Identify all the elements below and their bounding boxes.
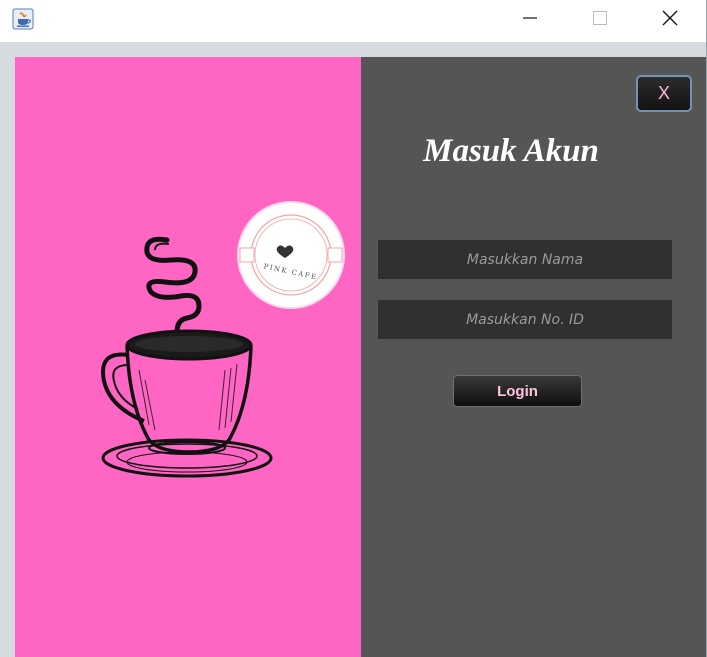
pink-cafe-logo: PINK CAFE bbox=[236, 200, 346, 310]
id-input[interactable] bbox=[378, 300, 672, 339]
title-bar[interactable] bbox=[0, 0, 706, 42]
java-app-icon bbox=[12, 8, 34, 30]
minimize-icon bbox=[523, 17, 537, 19]
maximize-button[interactable] bbox=[577, 0, 623, 36]
maximize-icon bbox=[593, 11, 607, 25]
page-title: Masuk Akun bbox=[423, 133, 599, 169]
window-close-button[interactable] bbox=[647, 0, 693, 36]
name-input[interactable] bbox=[378, 240, 672, 279]
login-window: PINK CAFE X Masuk Akun Login bbox=[0, 0, 707, 657]
minimize-button[interactable] bbox=[507, 0, 553, 36]
login-button[interactable]: Login bbox=[453, 375, 582, 407]
close-icon bbox=[662, 10, 678, 26]
close-button[interactable]: X bbox=[636, 75, 692, 112]
